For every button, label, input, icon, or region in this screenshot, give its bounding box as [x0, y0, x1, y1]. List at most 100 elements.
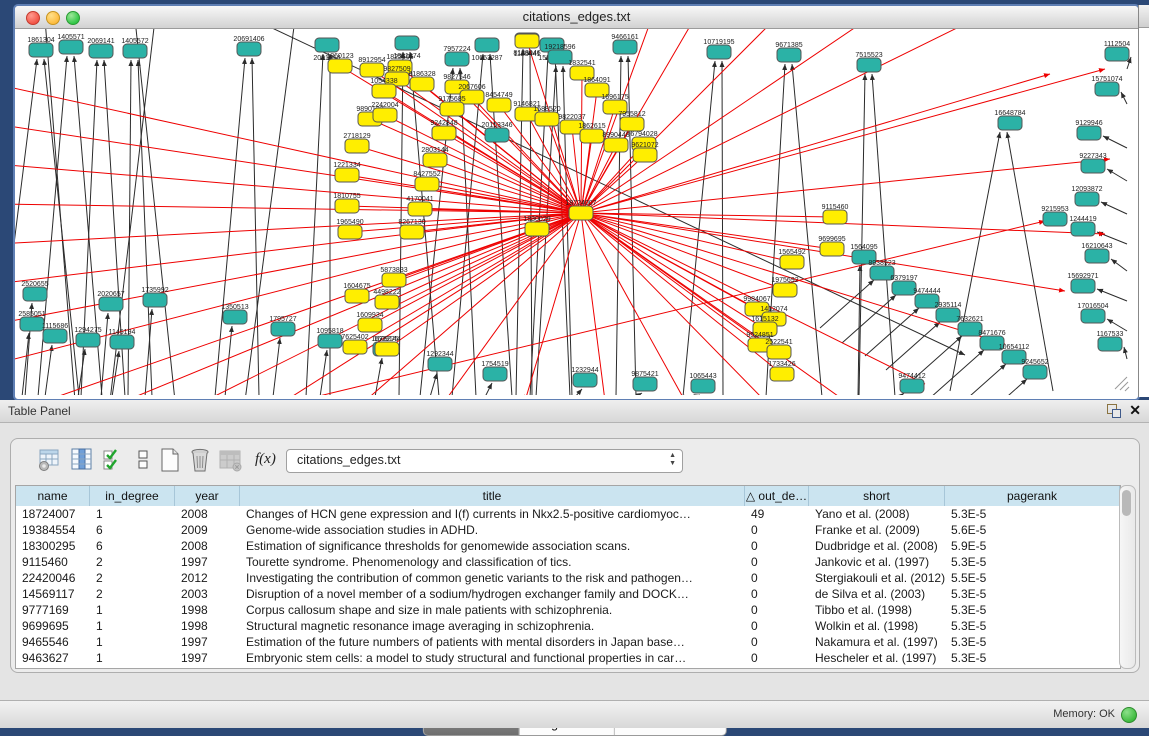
table-row[interactable]: 1830029562008Estimation of significance …	[16, 538, 1120, 554]
table-row[interactable]: 977716911998Corpus callosum shape and si…	[16, 602, 1120, 618]
network-node[interactable]: 1350513	[221, 304, 248, 324]
network-node[interactable]: 1965490	[336, 219, 363, 239]
network-node[interactable]: 8990448	[602, 132, 629, 152]
table-source-select[interactable]: citations_edges.txt ▲▼	[286, 449, 683, 473]
network-node[interactable]: 8186328	[408, 71, 435, 91]
table-scrollbar-thumb[interactable]	[1122, 490, 1131, 516]
network-node[interactable]: 2242004	[371, 102, 398, 122]
table-row[interactable]: 946362711997Embryonic stem cells: a mode…	[16, 650, 1120, 666]
network-node[interactable]: 9466161	[611, 34, 638, 54]
network-node[interactable]: 7515523	[855, 52, 882, 72]
network-node[interactable]: 1810755	[333, 193, 360, 213]
column-header-pagerank[interactable]: pagerank	[945, 486, 1120, 506]
network-node[interactable]: 8267130	[398, 219, 425, 239]
network-node[interactable]: 9242848	[430, 120, 457, 140]
network-node[interactable]: 5873833	[380, 267, 407, 287]
network-node[interactable]: 8454749	[485, 92, 512, 112]
network-node[interactable]: 1232944	[571, 367, 598, 387]
network-node[interactable]: 1609144	[373, 336, 400, 356]
column-header-in_degree[interactable]: in_degree	[90, 486, 175, 506]
network-node[interactable]: 1830029	[523, 216, 550, 236]
network-node[interactable]: 12093872	[1071, 186, 1102, 206]
new-file-icon[interactable]	[157, 447, 183, 473]
network-node[interactable]: 1861304	[27, 37, 54, 57]
table-row[interactable]: 969969511998Structural magnetic resonanc…	[16, 618, 1120, 634]
show-columns-icon[interactable]	[101, 447, 127, 473]
network-node[interactable]: 9875421	[631, 371, 658, 391]
network-hub-node[interactable]: 18724007	[565, 200, 596, 220]
table-row[interactable]: 946554611997Estimation of the future num…	[16, 634, 1120, 650]
network-node[interactable]: 10653287	[471, 38, 502, 62]
network-node[interactable]: 1565492	[778, 249, 805, 269]
network-node[interactable]: 1754519	[481, 361, 508, 381]
delete-icon[interactable]	[187, 447, 213, 473]
select-column-icon[interactable]	[69, 447, 95, 473]
network-node[interactable]: 1145194	[109, 329, 136, 349]
network-node[interactable]: 1860123	[326, 53, 353, 73]
table-settings-icon[interactable]	[37, 447, 63, 473]
column-header-short[interactable]: short	[809, 486, 945, 506]
network-node[interactable]: 10719195	[703, 39, 734, 59]
network-node[interactable]: 1115686	[42, 323, 68, 343]
column-header-title[interactable]: title	[240, 486, 745, 506]
network-node[interactable]: 2803144	[421, 147, 448, 167]
column-header-name[interactable]: name	[16, 486, 90, 506]
network-node[interactable]: 9215953	[1041, 206, 1068, 226]
network-node[interactable]: 1588520	[533, 106, 560, 126]
network-node[interactable]: 1112504	[1104, 41, 1130, 61]
network-node[interactable]: 9474412	[898, 373, 925, 393]
network-node[interactable]: 1733426	[768, 361, 795, 381]
resize-grip-icon[interactable]	[1115, 377, 1129, 391]
network-node[interactable]: 1405571	[57, 34, 84, 54]
network-node[interactable]: 1795727	[269, 316, 296, 336]
table-row[interactable]: 1938455462009Genome-wide association stu…	[16, 522, 1120, 538]
column-header-year[interactable]: year	[175, 486, 240, 506]
network-node[interactable]: 2069141	[87, 38, 114, 58]
network-node[interactable]: 20153346	[481, 122, 512, 142]
memory-status-indicator[interactable]	[1121, 707, 1137, 723]
network-node[interactable]: 1735992	[141, 287, 168, 307]
window-titlebar[interactable]: citations_edges.txt	[15, 6, 1138, 29]
network-node[interactable]: 9227343	[1079, 153, 1106, 173]
background-window-sliver[interactable]	[1138, 5, 1149, 397]
network-node[interactable]: 2020657	[97, 291, 124, 311]
network-node[interactable]: 8427552	[413, 171, 440, 191]
network-node[interactable]: 16648784	[994, 110, 1025, 130]
table-row[interactable]: 911546021997Tourette syndrome. Phenomeno…	[16, 554, 1120, 570]
network-node[interactable]: 7957224	[443, 46, 470, 66]
table-row[interactable]: 2242004622012Investigating the contribut…	[16, 570, 1120, 586]
network-node[interactable]: 9115460	[822, 204, 849, 224]
network-node[interactable]: 1294275	[74, 327, 101, 347]
network-node[interactable]: 1065443	[689, 373, 716, 393]
function-builder-icon[interactable]: f(x)	[255, 451, 276, 468]
network-node[interactable]: 1975692	[771, 277, 798, 297]
network-node[interactable]: 4498222	[373, 289, 400, 309]
network-node[interactable]: 4170041	[406, 196, 433, 216]
network-node[interactable]: 1221334	[333, 162, 360, 182]
network-canvas[interactable]: 1861304140557120691411405572206914062091…	[15, 29, 1134, 395]
network-node[interactable]: 15692971	[1067, 273, 1098, 293]
network-node[interactable]: 1604675	[343, 283, 370, 303]
network-node[interactable]: 7955812	[618, 111, 645, 131]
network-node[interactable]: 15751074	[1091, 76, 1122, 96]
table-row[interactable]: 1456911722003Disruption of a novel membe…	[16, 586, 1120, 602]
network-node[interactable]: 1054338	[370, 78, 397, 98]
close-panel-icon[interactable]: ✕	[1129, 402, 1141, 419]
network-node[interactable]: 1244419	[1069, 216, 1096, 236]
network-node[interactable]: 9129946	[1075, 120, 1102, 140]
network-node[interactable]: 1095818	[316, 328, 343, 348]
network-node[interactable]: 9699695	[818, 236, 845, 256]
network-node[interactable]: 2718129	[343, 133, 370, 153]
network-node[interactable]: 9175685	[438, 96, 465, 116]
network-node[interactable]: 2520655	[21, 281, 48, 301]
table-row[interactable]: 1872400712008Changes of HCN gene express…	[16, 506, 1120, 522]
column-header-out_de[interactable]: △ out_de…	[745, 486, 809, 506]
float-panel-icon[interactable]	[1107, 404, 1121, 418]
network-node[interactable]: 1405572	[121, 38, 148, 58]
network-node[interactable]: 9671385	[775, 42, 802, 62]
row-height-icon[interactable]	[131, 447, 157, 473]
network-node[interactable]: 20691406	[233, 36, 264, 56]
network-node[interactable]: 17016504	[1077, 303, 1108, 323]
table-scrollbar[interactable]	[1119, 485, 1136, 669]
network-node[interactable]: 2522541	[765, 339, 792, 359]
